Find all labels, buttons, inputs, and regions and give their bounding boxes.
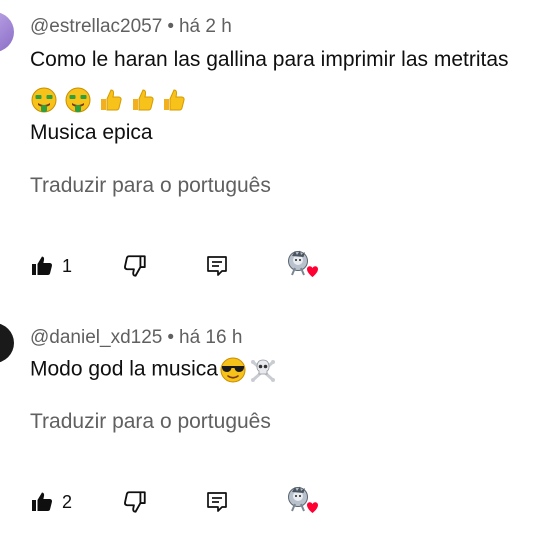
meta-separator: • [167,327,174,348]
smiling-face-with-sunglasses-emoji [220,357,246,383]
thumbs-down-outline-icon [124,491,146,513]
author-name[interactable]: @estrellac2057 [30,16,162,37]
thumbs-up-filled-icon [32,256,52,275]
comment-emoji-line [30,86,187,114]
thumbs-up-emoji [132,89,154,111]
avatar[interactable] [0,323,14,363]
reply-comment-icon [207,492,227,512]
money-mouth-face-emoji [31,87,57,113]
reply-button[interactable] [205,482,229,522]
avatar[interactable] [0,12,14,52]
reply-comment-icon [207,256,227,276]
creator-heart-icon [288,486,318,513]
dislike-button[interactable] [122,246,148,286]
comment-actions: 1 [0,246,560,286]
comment-text-line: Modo god la musica [30,356,277,384]
translate-link[interactable]: Traduzir para o português [30,174,271,198]
money-mouth-face-emoji [65,87,91,113]
comment-meta: @estrellac2057 • há 2 h [30,16,232,38]
dislike-button[interactable] [122,482,148,522]
thumbs-up-emoji [164,89,185,111]
like-button[interactable]: 1 [30,246,72,286]
thumbs-down-outline-icon [124,255,146,277]
meta-separator: • [167,16,174,37]
creator-heart [286,246,320,286]
reply-button[interactable] [205,246,229,286]
like-count: 1 [62,255,73,276]
comment-text-line: Musica epica [30,121,153,144]
creator-heart [286,482,320,522]
thumbs-up-emoji [100,89,122,111]
like-button[interactable]: 2 [30,482,72,522]
like-count: 2 [62,491,73,512]
comment-actions: 2 [0,482,560,522]
comment-time[interactable]: há 2 h [179,16,232,37]
comment-text-line: Como le haran las gallina para imprimir … [30,48,509,71]
author-name[interactable]: @daniel_xd125 [30,327,162,348]
comment-text: Modo god la musica [30,357,218,381]
comment-time[interactable]: há 16 h [179,327,242,348]
creator-heart-icon [288,250,318,277]
comment-meta: @daniel_xd125 • há 16 h [30,327,242,349]
translate-link[interactable]: Traduzir para o português [30,410,271,434]
skull-and-crossbones-emoji [250,359,275,382]
thumbs-up-filled-icon [32,492,52,511]
